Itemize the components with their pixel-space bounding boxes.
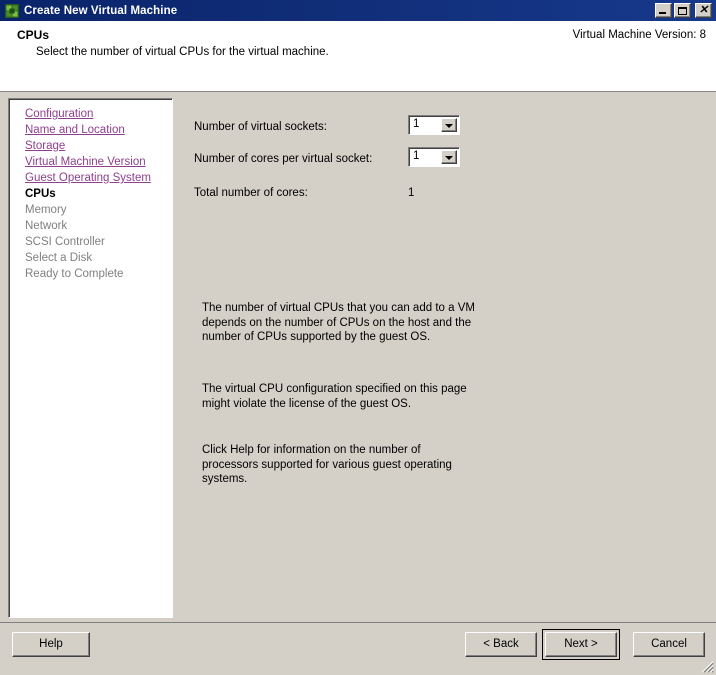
chevron-down-icon[interactable] bbox=[441, 118, 457, 132]
virtual-sockets-label: Number of virtual sockets: bbox=[194, 121, 327, 133]
resize-grip-icon[interactable] bbox=[700, 659, 714, 673]
window-controls: ✕ bbox=[655, 3, 714, 18]
maximize-button[interactable] bbox=[674, 3, 691, 18]
create-new-virtual-machine-dialog: Create New Virtual Machine ✕ CPUs Select… bbox=[0, 0, 716, 675]
chevron-down-icon[interactable] bbox=[441, 150, 457, 164]
cpu-note-paragraph-2: The virtual CPU configuration specified … bbox=[202, 383, 467, 410]
page-header: CPUs Select the number of virtual CPUs f… bbox=[0, 21, 716, 92]
cancel-button[interactable]: Cancel bbox=[633, 632, 705, 657]
next-button-default-ring: Next > bbox=[542, 629, 620, 660]
page-title: CPUs bbox=[17, 28, 50, 42]
sidebar-item-memory: Memory bbox=[25, 204, 67, 216]
total-cores-label: Total number of cores: bbox=[194, 187, 308, 199]
minimize-button[interactable] bbox=[655, 3, 672, 18]
title-bar: Create New Virtual Machine ✕ bbox=[0, 0, 716, 21]
dialog-footer: Help < Back Next > Cancel bbox=[0, 622, 716, 675]
sidebar-item-cpus: CPUs bbox=[25, 188, 56, 200]
sidebar-item-virtual-machine-version[interactable]: Virtual Machine Version bbox=[9, 154, 172, 170]
sidebar-item-select-a-disk: Select a Disk bbox=[25, 252, 93, 264]
sidebar-item-scsi-controller: SCSI Controller bbox=[25, 236, 105, 248]
vm-version-label: Virtual Machine Version: 8 bbox=[572, 29, 706, 41]
dialog-body: Configuration Name and Location Storage … bbox=[0, 92, 716, 622]
sidebar-item-storage[interactable]: Storage bbox=[9, 138, 172, 154]
next-button[interactable]: Next > bbox=[545, 632, 617, 657]
virtual-sockets-dropdown[interactable]: 1 bbox=[408, 115, 460, 135]
sidebar-item-network: Network bbox=[25, 220, 68, 232]
sidebar-item-configuration[interactable]: Configuration bbox=[9, 106, 172, 122]
total-cores-value: 1 bbox=[408, 187, 415, 199]
cores-per-socket-dropdown[interactable]: 1 bbox=[408, 147, 460, 167]
vmware-squares-icon bbox=[4, 3, 20, 19]
cpu-settings-panel: Number of virtual sockets: 1 Number of c… bbox=[180, 92, 710, 622]
sidebar-item-guest-operating-system[interactable]: Guest Operating System bbox=[9, 170, 172, 186]
cores-per-socket-value: 1 bbox=[413, 150, 420, 162]
sidebar-item-ready-to-complete: Ready to Complete bbox=[25, 268, 124, 280]
close-button[interactable]: ✕ bbox=[695, 3, 712, 18]
window-title: Create New Virtual Machine bbox=[24, 4, 178, 17]
wizard-step-list: Configuration Name and Location Storage … bbox=[8, 98, 173, 618]
cpu-note-paragraph-3: Click Help for information on the number… bbox=[202, 444, 452, 485]
page-subtitle: Select the number of virtual CPUs for th… bbox=[36, 46, 329, 58]
cpu-note-paragraph-1: The number of virtual CPUs that you can … bbox=[202, 302, 475, 343]
cores-per-socket-label: Number of cores per virtual socket: bbox=[194, 153, 373, 165]
virtual-sockets-value: 1 bbox=[413, 118, 420, 130]
back-button[interactable]: < Back bbox=[465, 632, 537, 657]
sidebar-item-name-and-location[interactable]: Name and Location bbox=[9, 122, 172, 138]
help-button[interactable]: Help bbox=[12, 632, 90, 657]
